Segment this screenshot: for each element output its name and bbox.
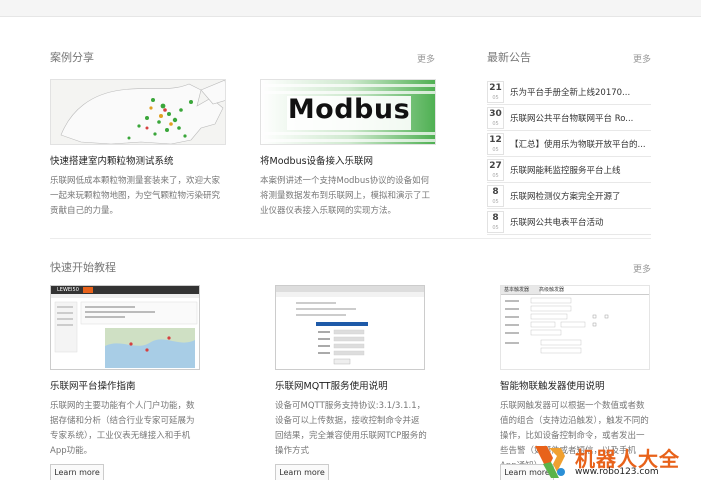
case-title[interactable]: 将Modbus设备接入乐联网	[260, 153, 436, 167]
date-badge: 12 05	[487, 132, 504, 155]
notice-item[interactable]: 21 05 乐为平台手册全新上线20170...	[487, 79, 651, 105]
mqtt-screenshot-thumbnail[interactable]	[275, 285, 425, 370]
cases-more-link[interactable]: 更多	[417, 52, 435, 65]
map-image	[51, 80, 225, 144]
trigger-screenshot	[501, 286, 649, 369]
mqtt-screenshot	[276, 286, 424, 369]
particulate-map-thumbnail[interactable]	[50, 79, 226, 145]
guides-section-title: 快速开始教程	[50, 261, 116, 274]
notice-item[interactable]: 27 05 乐联网能耗监控服务平台上线	[487, 157, 651, 183]
guide-card-mqtt[interactable]: 乐联网MQTT服务使用说明 设备可MQTT服务支持协议:3.1/3.1.1，设备…	[275, 285, 451, 459]
notice-list: 21 05 乐为平台手册全新上线20170... 30 05 乐联网公共平台物联网平…	[487, 79, 651, 235]
notices-more-link[interactable]: 更多	[633, 52, 651, 65]
top-bar	[0, 0, 701, 17]
guide-title[interactable]: 乐联网MQTT服务使用说明	[275, 378, 451, 392]
date-badge: 27 05	[487, 158, 504, 181]
case-card-modbus[interactable]: Modbus 将Modbus设备接入乐联网 本案例讲述一个支持Modbus协议的…	[260, 79, 436, 219]
notice-title[interactable]: 乐联网公共平台物联网平台 Ro...	[510, 112, 633, 124]
trigger-tab-advanced: 高级触发器	[539, 287, 565, 293]
platform-screenshot-thumbnail[interactable]: LEWEI50	[50, 285, 200, 370]
guide-description: 乐联网的主要功能有个人门户功能，数据存储和分析（结合行业专家可延展为专家系统），…	[50, 401, 195, 456]
trigger-tab-basic: 基本触发器	[504, 287, 530, 293]
guide-title[interactable]: 智能物联触发器使用说明	[500, 378, 676, 392]
trigger-screenshot-thumbnail[interactable]: 基本触发器 高级触发器	[500, 285, 650, 370]
robo-logo-icon	[535, 446, 565, 478]
guide-card-platform[interactable]: LEWEI50 乐联网平台操作指南 乐联网的主要功能有个人门户功能，数据存储和分…	[50, 285, 226, 459]
notice-title[interactable]: 乐为平台手册全新上线20170...	[510, 86, 630, 98]
date-badge: 30 05	[487, 106, 504, 129]
guide-description: 设备可MQTT服务支持协议:3.1/3.1.1，设备可以上传数据，接收控制命令并…	[275, 401, 427, 456]
date-badge: 8 05	[487, 210, 504, 233]
notice-item[interactable]: 12 05 【汇总】使用乐为物联开放平台的...	[487, 131, 651, 157]
notice-item[interactable]: 8 05 乐联网检测仪方案完全开源了	[487, 183, 651, 209]
case-card-particulate[interactable]: 快速搭建室内颗粒物测试系统 乐联网低成本颗粒物测量套装来了，欢迎大家一起来玩颗粒…	[50, 79, 226, 219]
watermark-url: www.robo123.com	[575, 467, 659, 477]
section-divider	[50, 238, 651, 239]
notice-item[interactable]: 8 05 乐联网公共电表平台活动	[487, 209, 651, 235]
guide-title[interactable]: 乐联网平台操作指南	[50, 378, 226, 392]
modbus-logo-text: Modbus	[287, 94, 411, 125]
notice-title[interactable]: 乐联网公共电表平台活动	[510, 216, 604, 228]
notice-title[interactable]: 乐联网能耗监控服务平台上线	[510, 164, 621, 176]
case-description: 本案例讲述一个支持Modbus协议的设备如何将测量数据发布到乐联网上，模拟和演示…	[260, 176, 431, 216]
learn-more-button[interactable]: Learn more	[50, 464, 104, 480]
case-title[interactable]: 快速搭建室内颗粒物测试系统	[50, 153, 226, 167]
platform-screenshot	[51, 286, 199, 369]
lewei-brand-label: LEWEI50	[57, 287, 79, 293]
notice-title[interactable]: 【汇总】使用乐为物联开放平台的...	[510, 138, 646, 150]
robo123-watermark: 机器人大全 www.robo123.com	[531, 442, 701, 480]
cases-section-title: 案例分享	[50, 51, 94, 64]
notices-section-title: 最新公告	[487, 51, 531, 64]
modbus-thumbnail[interactable]: Modbus	[260, 79, 436, 145]
guides-more-link[interactable]: 更多	[633, 262, 651, 275]
date-badge: 8 05	[487, 184, 504, 207]
notice-title[interactable]: 乐联网检测仪方案完全开源了	[510, 190, 621, 202]
notice-item[interactable]: 30 05 乐联网公共平台物联网平台 Ro...	[487, 105, 651, 131]
learn-more-button[interactable]: Learn more	[275, 464, 329, 480]
case-description: 乐联网低成本颗粒物测量套装来了，欢迎大家一起来玩颗粒物地图，为空气颗粒物污染研究…	[50, 176, 221, 216]
date-badge: 21 05	[487, 80, 504, 103]
